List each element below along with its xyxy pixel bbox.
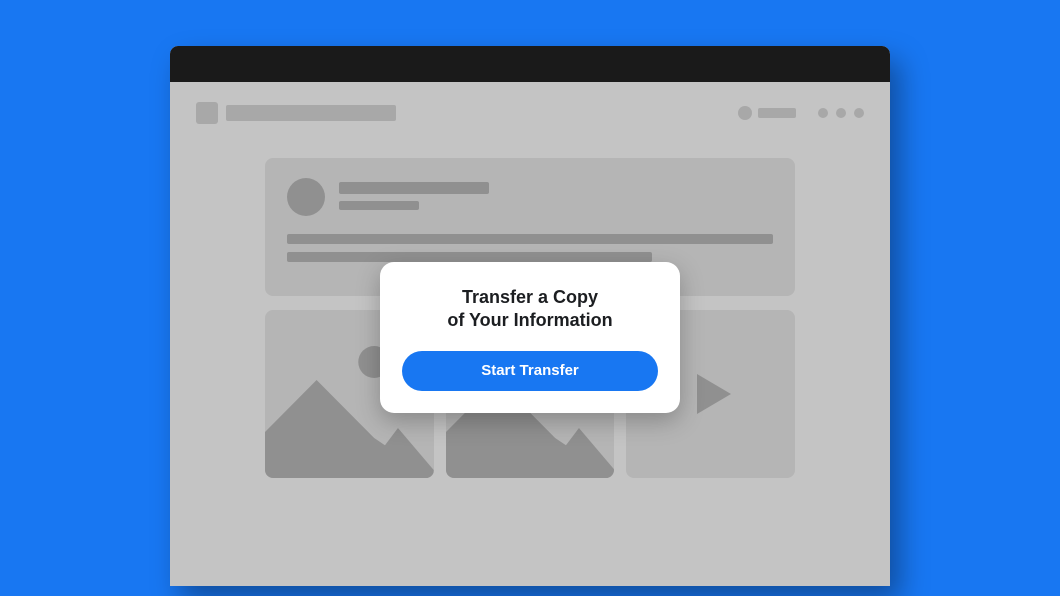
search-placeholder[interactable] xyxy=(226,105,396,121)
start-transfer-button[interactable]: Start Transfer xyxy=(402,351,658,391)
post-text-line xyxy=(287,234,773,244)
transfer-modal: Transfer a Copy of Your Information Star… xyxy=(380,262,680,413)
post-meta xyxy=(339,178,489,216)
nav-dot-icon[interactable] xyxy=(818,108,828,118)
modal-title-line1: Transfer a Copy xyxy=(462,287,598,307)
modal-title-line2: of Your Information xyxy=(447,310,612,330)
browser-window: Transfer a Copy of Your Information Star… xyxy=(170,46,890,586)
play-icon xyxy=(685,368,737,420)
user-avatar-icon xyxy=(738,106,752,120)
nav-dot-icon[interactable] xyxy=(836,108,846,118)
topbar-left xyxy=(196,102,396,124)
logo-placeholder xyxy=(196,102,218,124)
topbar xyxy=(192,82,868,132)
window-titlebar xyxy=(170,46,890,82)
post-time-placeholder xyxy=(339,201,419,210)
post-author-placeholder xyxy=(339,182,489,194)
post-text-line xyxy=(287,252,652,262)
user-name-placeholder xyxy=(758,108,796,118)
nav-dot-icon[interactable] xyxy=(854,108,864,118)
user-chip[interactable] xyxy=(738,106,796,120)
action-dots xyxy=(818,108,864,118)
topbar-right xyxy=(738,106,864,120)
post-header xyxy=(287,178,773,216)
post-avatar-icon xyxy=(287,178,325,216)
modal-title: Transfer a Copy of Your Information xyxy=(402,286,658,333)
